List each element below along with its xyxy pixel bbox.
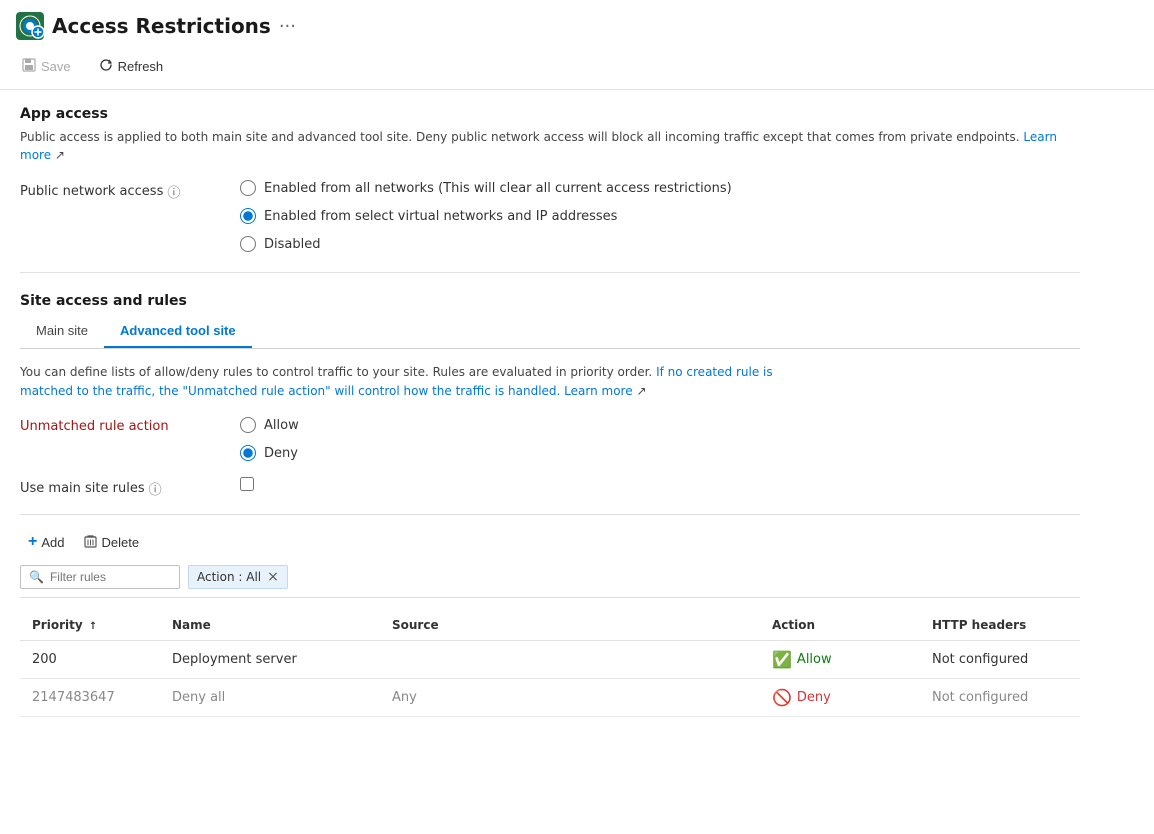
radio-enabled-select-input[interactable] <box>240 208 256 224</box>
deny-icon: 🚫 <box>772 688 792 707</box>
radio-unmatched-deny[interactable]: Deny <box>240 445 299 461</box>
tab-main-site[interactable]: Main site <box>20 315 104 348</box>
radio-unmatched-allow[interactable]: Allow <box>240 417 299 433</box>
more-options-icon[interactable]: ··· <box>279 16 296 37</box>
table-row[interactable]: 2147483647Deny allAny🚫DenyNot configured <box>20 679 1080 717</box>
radio-unmatched-allow-input[interactable] <box>240 417 256 433</box>
radio-enabled-all-input[interactable] <box>240 180 256 196</box>
toolbar: Save Refresh <box>0 48 1154 90</box>
add-rule-button[interactable]: + Add <box>20 529 72 555</box>
unmatched-rule-label: Unmatched rule action <box>20 419 200 434</box>
page-title: Access Restrictions <box>52 14 271 38</box>
refresh-icon <box>99 58 113 75</box>
table-row[interactable]: 200Deployment server ✅AllowNot configured <box>20 641 1080 679</box>
col-header-name: Name <box>160 610 380 641</box>
rules-table: Priority ↑ Name Source Action HTTP heade… <box>20 610 1080 717</box>
filter-rules-input[interactable] <box>50 570 170 584</box>
col-header-http: HTTP headers <box>920 610 1080 641</box>
sort-arrow-icon: ↑ <box>89 621 97 632</box>
site-access-external-icon: ↗ <box>636 384 646 398</box>
cell-name-1: Deny all <box>160 679 380 717</box>
cell-name-0: Deployment server <box>160 641 380 679</box>
filter-search-icon: 🔍 <box>29 570 44 584</box>
site-access-learn-more[interactable]: Learn more <box>564 384 632 398</box>
cell-http-0: Not configured <box>920 641 1080 679</box>
external-link-icon: ↗ <box>55 148 65 162</box>
save-button[interactable]: Save <box>16 54 77 79</box>
add-delete-toolbar: + Add Delete <box>20 529 1080 555</box>
radio-enabled-all[interactable]: Enabled from all networks (This will cle… <box>240 180 732 196</box>
cell-source-1: Any <box>380 679 760 717</box>
cell-action-1: 🚫Deny <box>760 679 920 717</box>
site-access-tabs: Main site Advanced tool site <box>20 315 1080 349</box>
cell-action-0: ✅Allow <box>760 641 920 679</box>
cell-source-0 <box>380 641 760 679</box>
tab-advanced-tool-site[interactable]: Advanced tool site <box>104 315 252 348</box>
public-network-field: Public network access ⓘ Enabled from all… <box>20 180 1080 252</box>
use-main-site-info-icon: ⓘ <box>149 479 162 498</box>
filter-tag-close[interactable]: × <box>267 569 279 585</box>
rules-divider <box>20 514 1080 515</box>
section-divider <box>20 272 1080 273</box>
use-main-site-field: Use main site rules ⓘ <box>20 477 1080 498</box>
refresh-label: Refresh <box>118 59 164 74</box>
content-area: App access Public access is applied to b… <box>0 90 1100 733</box>
public-network-label: Public network access ⓘ <box>20 182 200 201</box>
delete-rule-button[interactable]: Delete <box>76 530 147 555</box>
filter-action-tag: Action : All × <box>188 565 288 589</box>
use-main-site-checkbox[interactable] <box>240 477 254 491</box>
refresh-button[interactable]: Refresh <box>93 54 170 79</box>
site-access-info: You can define lists of allow/deny rules… <box>20 363 820 401</box>
table-header-row: Priority ↑ Name Source Action HTTP heade… <box>20 610 1080 641</box>
radio-disabled[interactable]: Disabled <box>240 236 732 252</box>
site-access-section: Site access and rules Main site Advanced… <box>20 293 1080 717</box>
radio-enabled-select[interactable]: Enabled from select virtual networks and… <box>240 208 732 224</box>
filter-bar: 🔍 Action : All × <box>20 565 1080 598</box>
col-header-priority: Priority ↑ <box>20 610 160 641</box>
filter-input-wrap: 🔍 <box>20 565 180 589</box>
use-main-site-label: Use main site rules ⓘ <box>20 479 200 498</box>
page-header: Access Restrictions ··· <box>0 0 1154 48</box>
delete-label: Delete <box>101 535 139 550</box>
save-label: Save <box>41 59 71 74</box>
unmatched-rule-field: Unmatched rule action Allow Deny <box>20 417 1080 461</box>
cell-priority-1: 2147483647 <box>20 679 160 717</box>
col-header-action: Action <box>760 610 920 641</box>
cell-priority-0: 200 <box>20 641 160 679</box>
save-icon <box>22 58 36 75</box>
unmatched-rule-radio-group: Allow Deny <box>240 417 299 461</box>
app-icon <box>16 12 44 40</box>
add-icon: + <box>28 533 37 551</box>
public-network-info-icon: ⓘ <box>167 182 180 201</box>
radio-disabled-input[interactable] <box>240 236 256 252</box>
site-access-title: Site access and rules <box>20 293 1080 309</box>
use-main-site-checkbox-wrap <box>240 477 254 491</box>
app-access-section: App access Public access is applied to b… <box>20 106 1080 252</box>
app-access-desc: Public access is applied to both main si… <box>20 128 1080 164</box>
allow-icon: ✅ <box>772 650 792 669</box>
delete-icon <box>84 534 97 551</box>
col-header-source: Source <box>380 610 760 641</box>
add-label: Add <box>41 535 64 550</box>
public-network-radio-group: Enabled from all networks (This will cle… <box>240 180 732 252</box>
cell-http-1: Not configured <box>920 679 1080 717</box>
radio-unmatched-deny-input[interactable] <box>240 445 256 461</box>
app-access-title: App access <box>20 106 1080 122</box>
